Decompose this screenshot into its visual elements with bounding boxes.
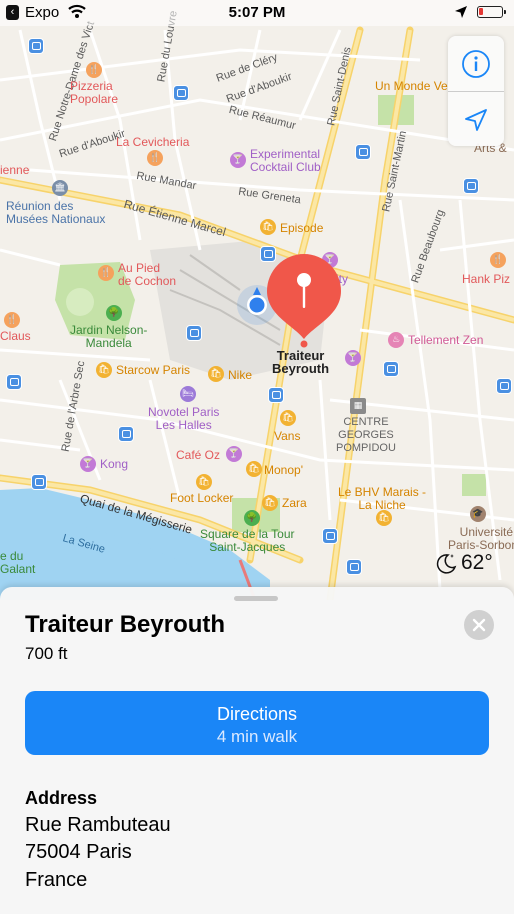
place-distance: 700 ft	[25, 644, 68, 663]
poi-footlocker[interactable]: Foot Locker	[170, 492, 233, 505]
tracking-button[interactable]	[448, 92, 504, 147]
restaurant-icon[interactable]: 🍴	[4, 312, 20, 328]
cocktail-icon[interactable]: 🍸	[345, 350, 361, 366]
address-line[interactable]: 75004 Paris	[25, 841, 132, 864]
poi-experimental[interactable]: Experimental Cocktail Club	[250, 148, 321, 174]
transit-station-icon[interactable]	[186, 325, 202, 341]
status-time: 5:07 PM	[228, 4, 286, 21]
cocktail-icon[interactable]: 🍸	[80, 456, 96, 472]
poi-nike[interactable]: Nike	[228, 369, 252, 382]
transit-station-icon[interactable]	[383, 361, 399, 377]
poi-tellement[interactable]: Tellement Zen	[408, 334, 483, 347]
place-title: Traiteur Beyrouth	[25, 611, 226, 638]
battery-icon	[477, 6, 506, 18]
address-line[interactable]: France	[25, 869, 87, 892]
poi-galant[interactable]: e du Galant	[0, 550, 35, 576]
poi-episode[interactable]: Episode	[280, 222, 323, 235]
shop-icon[interactable]: 🛍	[196, 474, 212, 490]
landmark-icon[interactable]: ▦	[350, 398, 366, 414]
restaurant-icon[interactable]: 🍴	[490, 252, 506, 268]
shop-icon[interactable]: 🛍	[280, 410, 296, 426]
transit-station-icon[interactable]	[346, 559, 362, 575]
directions-button[interactable]: Directions 4 min walk	[25, 691, 489, 755]
shop-icon[interactable]: 🛍	[262, 495, 278, 511]
address-line[interactable]: Rue Rambuteau	[25, 814, 171, 837]
poi-vienne[interactable]: ienne	[0, 164, 29, 177]
location-arrow-icon	[465, 108, 487, 131]
selected-place-pin-icon[interactable]	[263, 253, 345, 349]
address-heading: Address	[25, 788, 98, 808]
transit-station-icon[interactable]	[355, 144, 371, 160]
poi-kong[interactable]: Kong	[100, 458, 128, 471]
transit-station-icon[interactable]	[6, 374, 22, 390]
shop-icon[interactable]: 🛍	[376, 510, 392, 526]
park-icon[interactable]: 🌳	[106, 305, 122, 321]
poi-novotel[interactable]: Novotel Paris Les Halles	[148, 406, 219, 432]
poi-reunion[interactable]: Réunion des Musées Nationaux	[6, 200, 105, 226]
map-view[interactable]: Rue de Cléry Rue d'Aboukir Rue Réaumur R…	[0, 0, 514, 600]
location-services-icon	[455, 6, 467, 18]
poi-universite[interactable]: Université Paris-Sorbonn	[448, 526, 514, 552]
poi-aupied[interactable]: Au Pied de Cochon	[118, 262, 176, 288]
poi-starcow[interactable]: Starcow Paris	[116, 364, 190, 377]
shop-icon[interactable]: 🛍	[96, 362, 112, 378]
weather-temperature: 62°	[461, 551, 493, 574]
poi-cafe-oz[interactable]: Café Oz	[176, 449, 220, 462]
transit-station-icon[interactable]	[31, 474, 47, 490]
poi-square[interactable]: Square de la Tour Saint-Jacques	[200, 528, 295, 554]
place-card[interactable]: Traiteur Beyrouth 700 ft Directions 4 mi…	[0, 587, 514, 914]
directions-eta: 4 min walk	[216, 727, 298, 746]
transit-station-icon[interactable]	[322, 528, 338, 544]
poi-vans[interactable]: Vans	[274, 430, 300, 443]
sheet-grabber[interactable]	[234, 596, 278, 601]
cocktail-icon[interactable]: 🍸	[226, 446, 242, 462]
selected-place-label[interactable]: Traiteur Beyrouth	[272, 349, 329, 375]
restaurant-icon[interactable]: 🍴	[86, 62, 102, 78]
transit-station-icon[interactable]	[268, 387, 284, 403]
poi-claus[interactable]: Claus	[0, 330, 31, 343]
map-controls	[448, 36, 504, 146]
poi-centre-pompidou[interactable]: CENTRE GEORGES POMPIDOU	[336, 416, 396, 455]
poi-cevicheria[interactable]: La Cevicheria	[116, 136, 189, 149]
transit-station-icon[interactable]	[496, 378, 512, 394]
university-icon[interactable]: 🎓	[470, 506, 486, 522]
moon-stars-icon	[436, 554, 457, 574]
poi-zara[interactable]: Zara	[282, 497, 307, 510]
spa-icon[interactable]: ♨	[388, 332, 404, 348]
shop-icon[interactable]: 🛍	[260, 219, 276, 235]
restaurant-icon[interactable]: 🍴	[147, 150, 163, 166]
restaurant-icon[interactable]: 🍴	[98, 265, 114, 281]
poi-un-monde[interactable]: Un Monde Ve	[375, 80, 448, 93]
shop-icon[interactable]: 🛍	[208, 366, 224, 382]
transit-station-icon[interactable]	[463, 178, 479, 194]
shop-icon[interactable]: 🛍	[246, 461, 262, 477]
poi-bhv[interactable]: Le BHV Marais - La Niche	[338, 486, 426, 512]
hotel-icon[interactable]: 🛏	[180, 386, 196, 402]
transit-station-icon[interactable]	[28, 38, 44, 54]
close-icon	[472, 618, 486, 632]
poi-monop[interactable]: Monop'	[264, 464, 303, 477]
transit-station-icon[interactable]	[173, 85, 189, 101]
info-icon	[462, 49, 490, 78]
park-icon[interactable]: 🌳	[244, 510, 260, 526]
weather-indicator: 62°	[434, 551, 493, 575]
status-bar: ‹ Expo 5:07 PM	[0, 0, 514, 26]
poi-hank-pizza[interactable]: Hank Piz	[462, 273, 510, 286]
info-button[interactable]	[448, 36, 504, 91]
transit-station-icon[interactable]	[118, 426, 134, 442]
close-button[interactable]	[464, 610, 494, 640]
directions-label: Directions	[216, 704, 298, 724]
poi-pizzeria[interactable]: Pizzeria Popolare	[70, 80, 118, 106]
cocktail-icon[interactable]: 🍸	[230, 152, 246, 168]
poi-jardin[interactable]: Jardin Nelson- Mandela	[70, 324, 147, 350]
museum-icon[interactable]: 🏛	[52, 180, 68, 196]
